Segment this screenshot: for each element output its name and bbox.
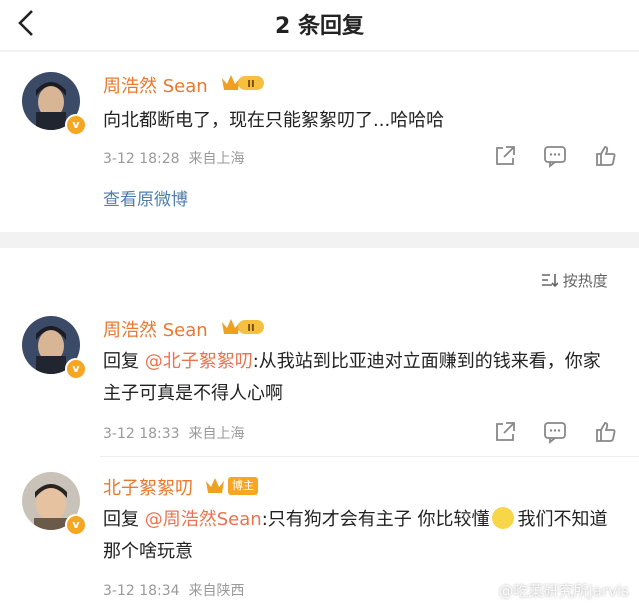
verified-v-icon: v bbox=[65, 114, 87, 136]
top-bar: 2 条回复 bbox=[0, 0, 639, 50]
original-comment-card: v 周浩然 Sean II 向北都断电了，现在只能絮絮叨了...哈哈哈 3-12… bbox=[0, 52, 639, 232]
replies-card: 按热度 v 周浩然 Sean II 回复 @北子絮絮叨:从我站到比亚迪对立面赚到… bbox=[0, 248, 639, 609]
reply-time: 3-12 18:33 来自上海 bbox=[103, 426, 245, 442]
divider bbox=[100, 456, 639, 457]
verified-v-icon: v bbox=[65, 358, 87, 380]
mention-link[interactable]: @周浩然Sean bbox=[145, 509, 262, 530]
mention-link[interactable]: @北子絮絮叨 bbox=[145, 351, 253, 372]
like-icon[interactable] bbox=[594, 144, 618, 168]
sort-icon bbox=[542, 274, 559, 288]
comment-icon[interactable] bbox=[543, 420, 567, 444]
comment-time: 3-12 18:28 来自上海 bbox=[103, 151, 245, 167]
author-badge: 博主 bbox=[228, 477, 258, 495]
emoji-icon bbox=[492, 507, 515, 529]
svg-text:II: II bbox=[247, 323, 254, 334]
crown-badge-icon: II bbox=[222, 75, 264, 90]
like-icon[interactable] bbox=[594, 420, 618, 444]
reply-time: 3-12 18:34 来自陕西 bbox=[103, 583, 245, 599]
crown-badge-icon: II bbox=[222, 319, 264, 334]
page-title: 2 条回复 bbox=[275, 14, 364, 39]
author-name[interactable]: 周浩然 Sean bbox=[103, 72, 208, 98]
author-name[interactable]: 北子絮絮叨 bbox=[103, 474, 193, 500]
share-icon[interactable] bbox=[493, 144, 517, 168]
watermark: @吃菜研究所Jarvis bbox=[498, 582, 629, 600]
comment-text: 向北都断电了，现在只能絮絮叨了...哈哈哈 bbox=[103, 110, 445, 131]
view-original-link[interactable]: 查看原微博 bbox=[103, 185, 188, 210]
sort-button[interactable]: 按热度 bbox=[540, 270, 608, 291]
reply-text: 回复 @北子絮絮叨:从我站到比亚迪对立面赚到的钱来看，你家主子可真是不得人心啊 bbox=[103, 351, 601, 404]
verified-v-icon: v bbox=[65, 514, 87, 536]
author-name[interactable]: 周浩然 Sean bbox=[103, 316, 208, 342]
share-icon[interactable] bbox=[493, 420, 517, 444]
comment-icon[interactable] bbox=[543, 144, 567, 168]
crown-badge-icon bbox=[206, 478, 224, 493]
svg-text:II: II bbox=[247, 79, 254, 90]
reply-text: 回复 @周浩然Sean:只有狗才会有主子 你比较懂 我们不知道那个啥玩意 bbox=[103, 507, 608, 562]
